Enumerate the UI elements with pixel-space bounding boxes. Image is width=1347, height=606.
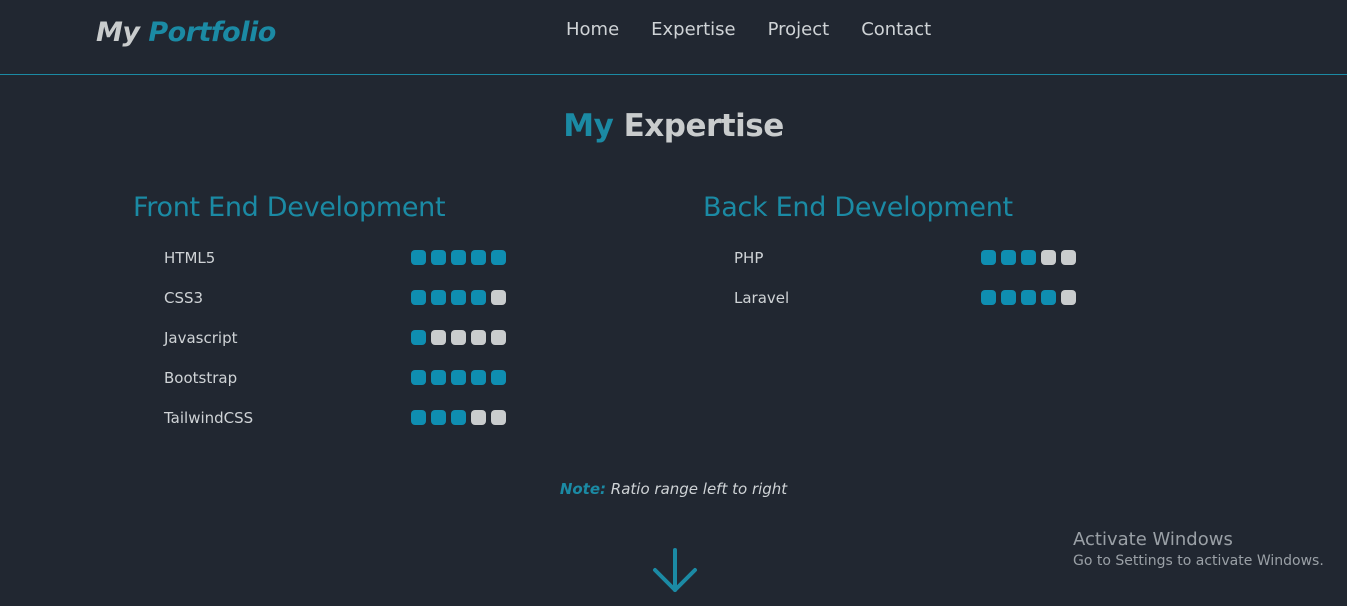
rating-dot-filled [411, 410, 426, 425]
skill-rating [411, 410, 506, 425]
rating-dot-filled [1001, 250, 1016, 265]
rating-dot-filled [411, 290, 426, 305]
rating-dot-filled [451, 290, 466, 305]
rating-dot-filled [431, 370, 446, 385]
rating-dot-filled [411, 330, 426, 345]
activate-windows-watermark: Activate Windows Go to Settings to activ… [1073, 529, 1324, 569]
rating-dot-filled [451, 370, 466, 385]
rating-dot-filled [981, 290, 996, 305]
title-word-my: My [563, 108, 614, 144]
logo-word-portfolio: Portfolio [148, 17, 276, 48]
rating-dot-empty [491, 410, 506, 425]
rating-dot-filled [471, 290, 486, 305]
skill-row: PHP [734, 249, 1081, 269]
skill-name: PHP [734, 249, 764, 267]
front-end-column: Front End Development [133, 192, 446, 223]
rating-dot-filled [1001, 290, 1016, 305]
back-end-column: Back End Development [703, 192, 1013, 223]
skill-rating [411, 290, 506, 305]
rating-dot-filled [451, 250, 466, 265]
note-text: Ratio range left to right [610, 480, 788, 498]
front-end-heading: Front End Development [133, 192, 446, 223]
back-end-heading: Back End Development [703, 192, 1013, 223]
note-label: Note: [559, 480, 607, 498]
rating-dot-filled [471, 250, 486, 265]
rating-dot-filled [491, 370, 506, 385]
skill-rating [981, 250, 1076, 265]
section-title: My Expertise [0, 108, 1347, 144]
rating-dot-filled [431, 290, 446, 305]
rating-dot-empty [471, 410, 486, 425]
skill-row: HTML5 [164, 249, 511, 269]
skill-row: Bootstrap [164, 369, 511, 389]
arrow-down-icon[interactable] [651, 546, 699, 596]
skill-name: Laravel [734, 289, 790, 307]
rating-dot-empty [451, 330, 466, 345]
rating-dot-empty [431, 330, 446, 345]
rating-dot-empty [1041, 250, 1056, 265]
rating-dot-filled [451, 410, 466, 425]
rating-dot-filled [431, 410, 446, 425]
skill-name: Bootstrap [164, 369, 238, 387]
rating-dot-filled [1021, 250, 1036, 265]
main-nav: Home Expertise Project Contact [566, 19, 963, 40]
rating-dot-empty [471, 330, 486, 345]
rating-dot-filled [411, 250, 426, 265]
skill-row: Laravel [734, 289, 1081, 309]
nav-contact[interactable]: Contact [861, 19, 931, 40]
nav-expertise[interactable]: Expertise [651, 19, 735, 40]
rating-dot-filled [471, 370, 486, 385]
rating-dot-filled [431, 250, 446, 265]
title-word-expertise: Expertise [623, 108, 785, 144]
skill-name: TailwindCSS [164, 409, 254, 427]
skill-row: TailwindCSS [164, 409, 511, 429]
rating-dot-filled [491, 250, 506, 265]
skill-name: HTML5 [164, 249, 216, 267]
skill-row: Javascript [164, 329, 511, 349]
skill-row: CSS3 [164, 289, 511, 309]
site-header: My Portfolio Home Expertise Project Cont… [0, 0, 1347, 75]
skill-rating [411, 250, 506, 265]
rating-dot-filled [1041, 290, 1056, 305]
skill-rating [411, 330, 506, 345]
rating-note: Note: Ratio range left to right [0, 480, 1347, 498]
rating-dot-empty [491, 330, 506, 345]
watermark-subtitle: Go to Settings to activate Windows. [1073, 553, 1324, 569]
rating-dot-empty [1061, 250, 1076, 265]
rating-dot-empty [1061, 290, 1076, 305]
rating-dot-filled [1021, 290, 1036, 305]
rating-dot-filled [411, 370, 426, 385]
rating-dot-filled [981, 250, 996, 265]
skill-name: Javascript [164, 329, 238, 347]
skill-name: CSS3 [164, 289, 204, 307]
skill-rating [981, 290, 1076, 305]
logo-word-my: My [96, 17, 140, 48]
nav-home[interactable]: Home [566, 19, 619, 40]
nav-project[interactable]: Project [768, 19, 830, 40]
logo[interactable]: My Portfolio [96, 17, 276, 48]
skill-rating [411, 370, 506, 385]
watermark-title: Activate Windows [1073, 529, 1233, 550]
rating-dot-empty [491, 290, 506, 305]
